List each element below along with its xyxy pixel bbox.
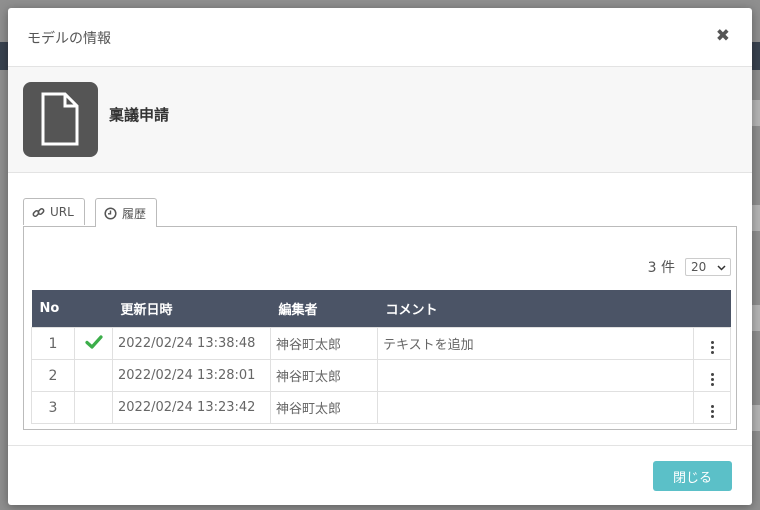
tab-url-label: URL	[50, 205, 74, 219]
page-size-value: 20	[691, 260, 707, 274]
row-comment	[377, 391, 694, 424]
row-comment	[377, 359, 694, 392]
model-summary: 稟議申請	[8, 67, 752, 173]
background-edge	[752, 205, 760, 231]
table-row[interactable]: 1 2022/02/24 13:38:48 神谷町太郎 テキストを追加	[31, 327, 731, 360]
background-edge	[752, 405, 760, 431]
tab-history-label: 履歴	[122, 206, 147, 221]
row-editor: 神谷町太郎	[270, 391, 378, 424]
tab-history[interactable]: 履歴	[95, 198, 157, 227]
page-size-select[interactable]: 20	[685, 258, 731, 276]
history-panel: 3 件 20 No 更新日時 編集者 コメント 1 2022/02/24 13:…	[23, 226, 737, 430]
row-no: 1	[31, 327, 75, 360]
background-edge	[752, 305, 760, 331]
record-count-text: 3 件	[647, 260, 675, 276]
link-icon	[32, 206, 45, 219]
table-row[interactable]: 2 2022/02/24 13:28:01 神谷町太郎	[31, 359, 731, 392]
column-comment: コメント	[377, 290, 694, 328]
column-editor: 編集者	[270, 290, 378, 328]
more-vertical-icon[interactable]	[693, 391, 731, 424]
row-no: 2	[31, 359, 75, 392]
row-updated: 2022/02/24 13:23:42	[112, 391, 271, 424]
column-check	[74, 290, 113, 328]
history-table: No 更新日時 編集者 コメント 1 2022/02/24 13:38:48 神…	[31, 290, 731, 424]
clock-icon	[104, 206, 117, 220]
table-header-row: No 更新日時 編集者 コメント	[31, 290, 731, 328]
close-button[interactable]: 閉じる	[653, 461, 732, 491]
row-check-empty	[74, 359, 113, 392]
row-no: 3	[31, 391, 75, 424]
chevron-down-icon	[717, 260, 726, 274]
close-icon[interactable]: ✖	[716, 26, 730, 46]
modal-footer: 閉じる	[8, 445, 752, 505]
more-vertical-icon[interactable]	[693, 327, 731, 360]
more-vertical-icon[interactable]	[693, 359, 731, 392]
row-editor: 神谷町太郎	[270, 359, 378, 392]
table-row[interactable]: 3 2022/02/24 13:23:42 神谷町太郎	[31, 391, 731, 424]
modal-header: モデルの情報 ✖	[8, 8, 752, 67]
row-updated: 2022/02/24 13:28:01	[112, 359, 271, 392]
background-edge	[752, 100, 760, 126]
record-count: 3 件 20	[648, 257, 731, 277]
check-icon	[74, 327, 113, 360]
tab-url[interactable]: URL	[23, 198, 85, 225]
modal-title: モデルの情報	[27, 31, 111, 47]
model-info-modal: モデルの情報 ✖ 稟議申請 URL 履歴 3 件 20 No 更新日時 編集者 …	[8, 8, 752, 505]
row-check-empty	[74, 391, 113, 424]
document-icon	[23, 82, 98, 157]
column-menu	[693, 290, 731, 328]
row-comment: テキストを追加	[377, 327, 694, 360]
column-no: No	[31, 290, 75, 328]
column-updated: 更新日時	[112, 290, 271, 328]
row-updated: 2022/02/24 13:38:48	[112, 327, 271, 360]
model-name: 稟議申請	[109, 106, 170, 124]
row-editor: 神谷町太郎	[270, 327, 378, 360]
